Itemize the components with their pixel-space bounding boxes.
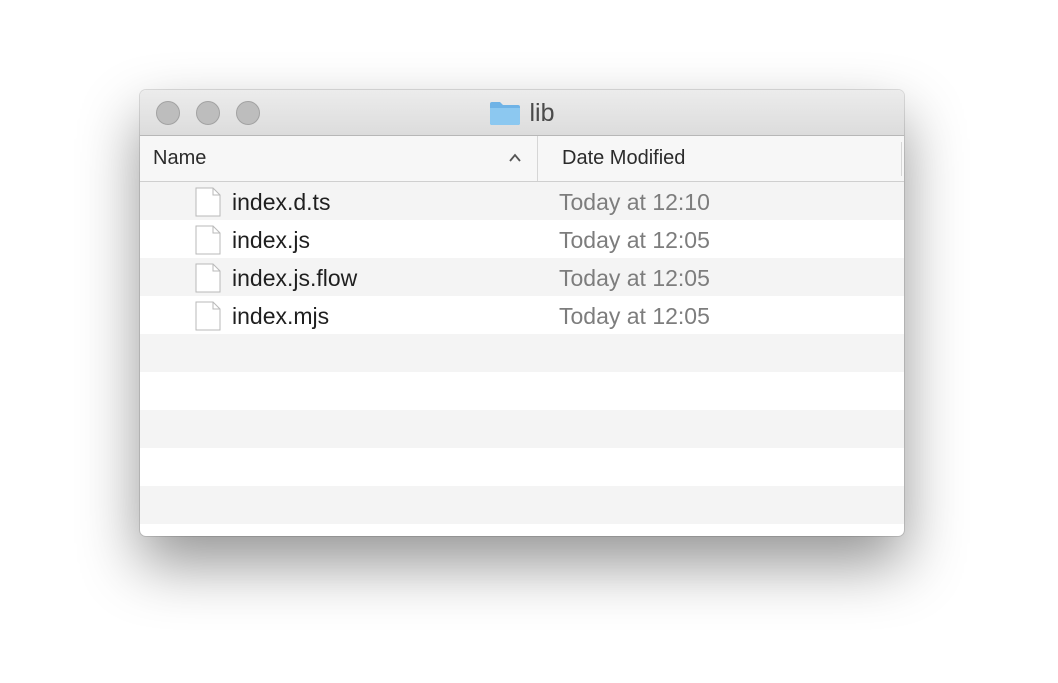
empty-row[interactable] (140, 486, 904, 524)
file-icon (195, 187, 221, 217)
file-icon (195, 301, 221, 331)
name-column-label: Name (153, 147, 207, 169)
file-name: index.js.flow (232, 265, 358, 291)
title-bar[interactable]: lib (140, 90, 904, 136)
column-header: Name Date Modified (140, 136, 904, 182)
file-row-index-d-ts[interactable]: index.d.ts Today at 12:10 (140, 182, 904, 220)
file-icon (195, 263, 221, 293)
file-row-index-js[interactable]: index.js Today at 12:05 (140, 220, 904, 258)
name-column-header[interactable]: Name (140, 136, 538, 181)
file-date: Today at 12:10 (559, 189, 710, 215)
chevron-up-icon[interactable] (508, 151, 522, 165)
file-name: index.js (232, 227, 310, 253)
column-divider[interactable] (901, 142, 902, 176)
empty-row[interactable] (140, 334, 904, 372)
window-title: lib (140, 90, 904, 136)
file-date: Today at 12:05 (559, 227, 710, 253)
file-date: Today at 12:05 (559, 265, 710, 291)
finder-window: lib Name Date Modified index.d.ts Today … (140, 90, 904, 536)
file-date: Today at 12:05 (559, 303, 710, 329)
folder-icon (490, 102, 521, 125)
date-modified-column-label: Date Modified (562, 147, 686, 169)
file-name: index.d.ts (232, 189, 331, 215)
date-modified-column-header[interactable]: Date Modified (538, 136, 902, 181)
window-title-text: lib (529, 98, 555, 127)
file-name: index.mjs (232, 303, 330, 329)
empty-row[interactable] (140, 448, 904, 486)
file-row-index-js-flow[interactable]: index.js.flow Today at 12:05 (140, 258, 904, 296)
empty-row[interactable] (140, 372, 904, 410)
empty-row[interactable] (140, 410, 904, 448)
file-row-index-mjs[interactable]: index.mjs Today at 12:05 (140, 296, 904, 334)
file-icon (195, 225, 221, 255)
file-list: index.d.ts Today at 12:10 index.js Today… (140, 182, 904, 524)
